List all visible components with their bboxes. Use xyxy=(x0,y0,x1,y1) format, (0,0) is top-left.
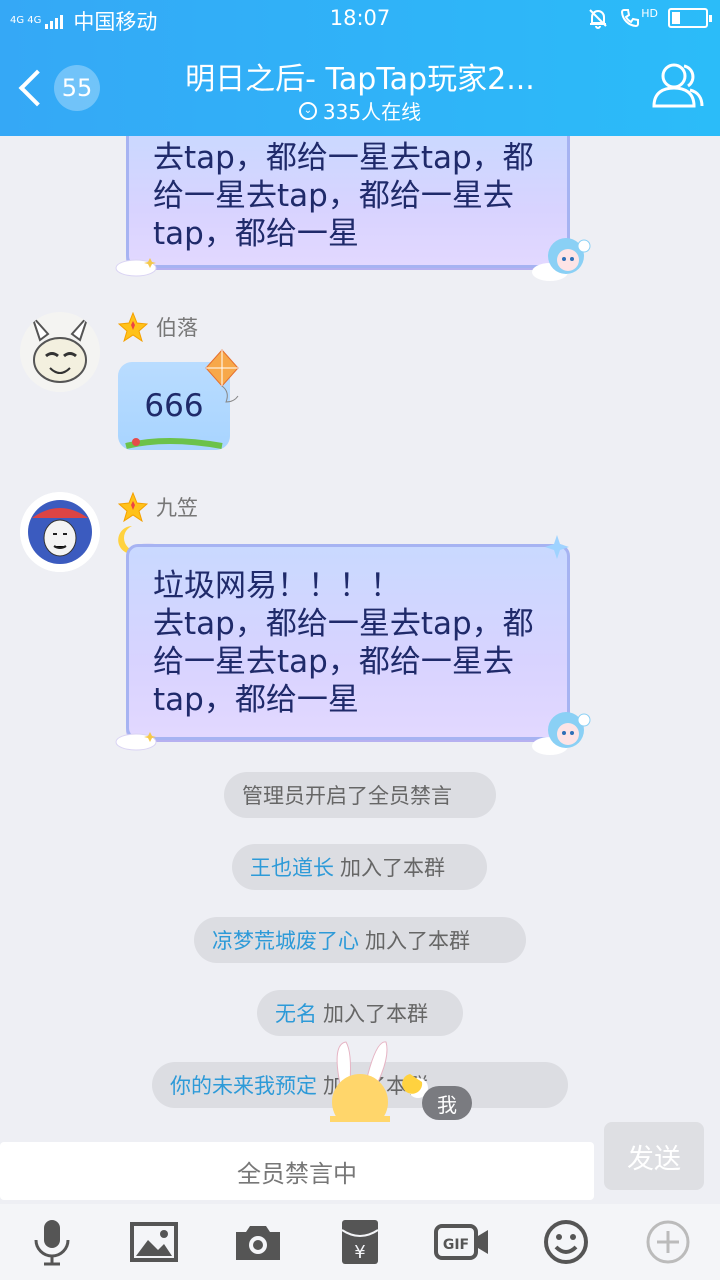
sender-row: 九笠 xyxy=(118,492,198,522)
group-members-icon[interactable] xyxy=(650,58,706,114)
kite-icon xyxy=(205,349,239,403)
message-input[interactable]: 全员禁言中 xyxy=(0,1142,594,1200)
star-badge-icon xyxy=(118,312,148,342)
self-label: 我 xyxy=(422,1086,472,1120)
notice-text: 管理员开启了全员禁言 xyxy=(242,784,452,808)
bunny-avatar-icon xyxy=(20,312,100,392)
system-notice: 凉梦荒城废了心 加入了本群 xyxy=(194,917,526,963)
notice-text: 加入了本群 xyxy=(365,929,470,953)
cloud-sticker-icon xyxy=(115,732,157,751)
battery-icon xyxy=(668,8,712,28)
member-name-link[interactable]: 王也道长 xyxy=(250,852,334,882)
chevron-down-circle-icon: ⌄ xyxy=(298,101,317,120)
member-name-link[interactable]: 你的未来我预定 xyxy=(170,1070,317,1100)
message-line: tap，都给一星 xyxy=(153,216,359,252)
grass-deco-icon xyxy=(125,438,223,449)
message-line: 垃圾网易！！！！ xyxy=(153,568,401,604)
header: 4G 4G 中国移动 18:07 HD 55 明日之后- TapTap玩家2..… xyxy=(0,0,720,136)
hd-call-icon xyxy=(621,9,640,28)
gif-icon[interactable]: GIF xyxy=(434,1218,490,1266)
online-status[interactable]: ⌄ 335人在线 xyxy=(0,96,720,125)
meme-avatar-icon xyxy=(20,492,100,572)
bottom-toolbar: ¥ GIF xyxy=(0,1204,720,1280)
status-bar: 4G 4G 中国移动 18:07 HD xyxy=(0,0,720,38)
system-notice: 王也道长 加入了本群 xyxy=(232,844,487,890)
plus-icon[interactable] xyxy=(642,1218,694,1266)
member-name-link[interactable]: 凉梦荒城废了心 xyxy=(212,925,359,955)
input-placeholder: 全员禁言中 xyxy=(237,1159,357,1188)
star-badge-icon xyxy=(118,492,148,522)
emoji-icon[interactable] xyxy=(540,1218,592,1266)
red-packet-icon[interactable]: ¥ xyxy=(334,1218,386,1266)
message-line: tap，都给一星 xyxy=(153,682,359,718)
message-text: 666 xyxy=(144,388,204,424)
mascot-girl-sticker-icon xyxy=(532,712,591,755)
message-bubble[interactable]: 去tap，都给一星去tap，都 给一星去tap，都给一星去 tap，都给一星 xyxy=(126,136,570,268)
cloud-sticker-icon xyxy=(115,258,157,277)
image-icon[interactable] xyxy=(128,1218,180,1266)
group-title[interactable]: 明日之后- TapTap玩家2... xyxy=(140,54,580,98)
hd-label: HD xyxy=(641,7,658,20)
sender-row: 伯落 xyxy=(118,312,198,342)
message-line: 去tap，都给一星去tap，都 xyxy=(153,606,534,642)
message-bubble[interactable]: 垃圾网易！！！！ 去tap，都给一星去tap，都 给一星去tap，都给一星去 t… xyxy=(126,544,570,740)
sender-nickname[interactable]: 九笠 xyxy=(156,492,198,522)
mic-icon[interactable] xyxy=(26,1218,78,1266)
avatar[interactable] xyxy=(20,492,100,572)
message-line: 去tap，都给一星去tap，都 xyxy=(153,140,534,176)
system-notice: 管理员开启了全员禁言 xyxy=(224,772,496,818)
camera-icon[interactable] xyxy=(232,1218,284,1266)
floating-self-avatar[interactable]: 我 xyxy=(326,1036,486,1130)
send-button[interactable]: 发送 xyxy=(604,1122,704,1190)
online-count: 335人在线 xyxy=(322,100,422,124)
notice-text: 加入了本群 xyxy=(323,1002,428,1026)
input-row: 全员禁言中 发送 xyxy=(0,1122,720,1212)
sender-nickname[interactable]: 伯落 xyxy=(156,312,198,342)
sparkle-icon xyxy=(545,535,569,559)
avatar[interactable] xyxy=(20,312,100,392)
notice-text: 加入了本群 xyxy=(340,856,445,880)
svg-text:¥: ¥ xyxy=(354,1242,365,1263)
svg-text:GIF: GIF xyxy=(443,1237,469,1253)
mascot-girl-sticker-icon xyxy=(532,238,591,281)
mute-bell-icon xyxy=(589,9,607,29)
message-line: 给一星去tap，都给一星去 xyxy=(153,644,514,680)
title-bar: 55 明日之后- TapTap玩家2... ⌄ 335人在线 xyxy=(0,38,720,136)
message-line: 给一星去tap，都给一星去 xyxy=(153,178,514,214)
chat-area[interactable]: 去tap，都给一星去tap，都 给一星去tap，都给一星去 tap，都给一星 伯… xyxy=(0,136,720,1140)
system-notice: 无名 加入了本群 xyxy=(257,990,463,1036)
member-name-link[interactable]: 无名 xyxy=(275,998,317,1028)
